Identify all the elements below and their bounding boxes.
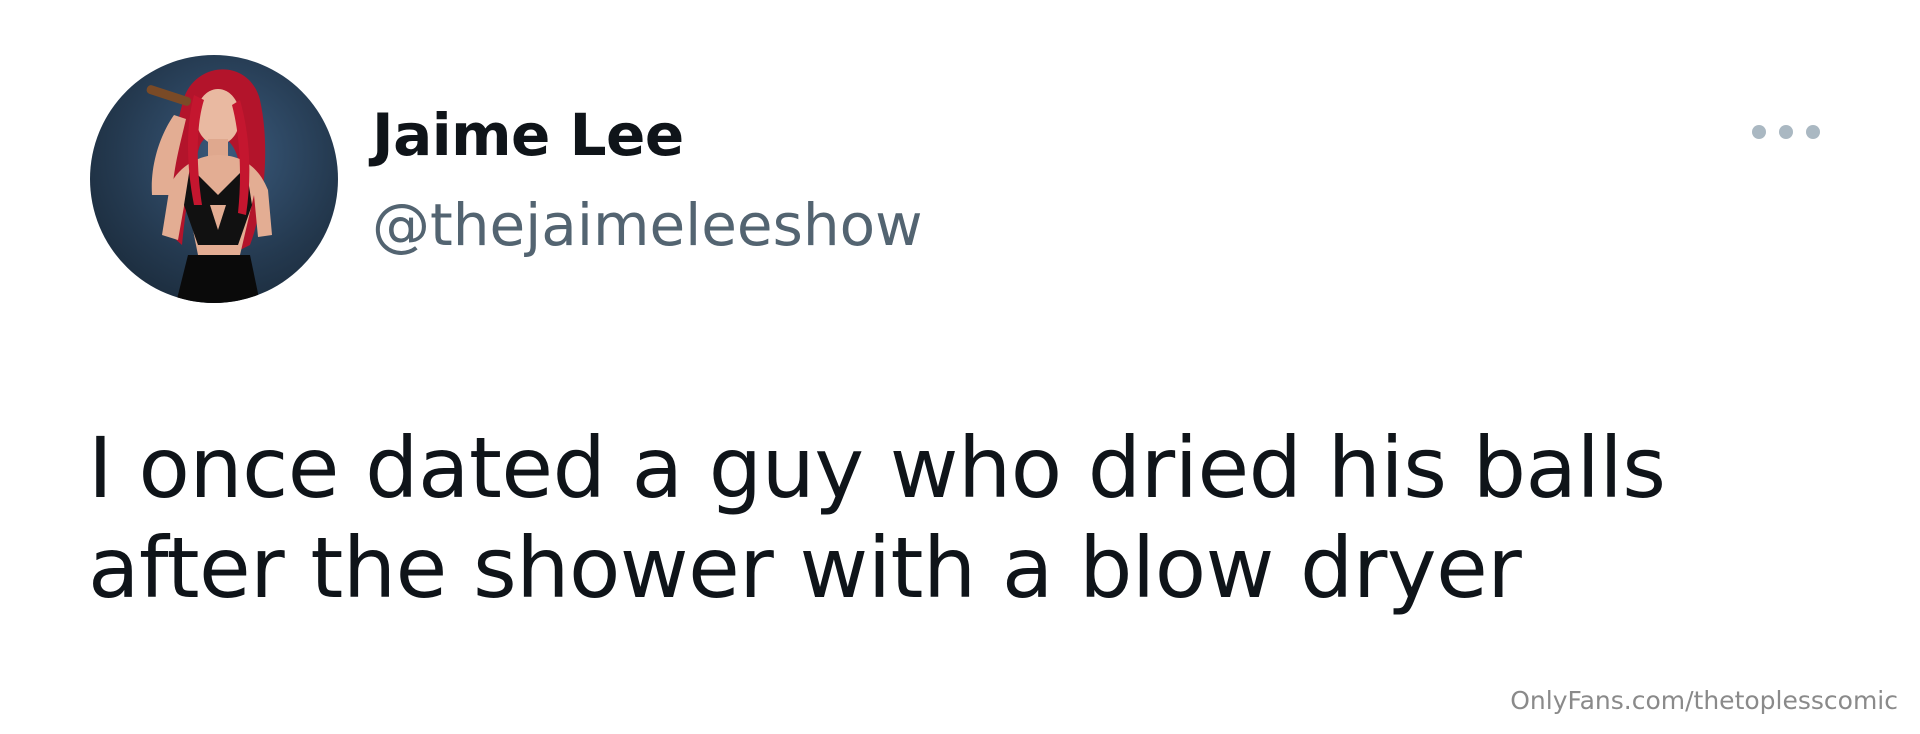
tweet-text: I once dated a guy who dried his balls a… bbox=[88, 418, 1788, 618]
more-options-button[interactable] bbox=[1752, 118, 1824, 146]
avatar-photo bbox=[146, 69, 272, 303]
tweet-text-line: I once dated a guy who dried his balls bbox=[88, 419, 1666, 517]
avatar[interactable] bbox=[90, 55, 338, 303]
more-horizontal-icon-dot bbox=[1779, 125, 1793, 139]
watermark: OnlyFans.com/thetoplesscomic bbox=[1510, 686, 1898, 715]
tweet-text-line: after the shower with a blow dryer bbox=[88, 519, 1522, 617]
author-handle[interactable]: @thejaimeleeshow bbox=[372, 187, 923, 263]
author-display-name[interactable]: Jaime Lee bbox=[372, 97, 684, 173]
more-horizontal-icon-dot bbox=[1806, 125, 1820, 139]
tweet-card: Jaime Lee @thejaimeleeshow I once dated … bbox=[0, 0, 1920, 734]
more-horizontal-icon bbox=[1752, 125, 1766, 139]
